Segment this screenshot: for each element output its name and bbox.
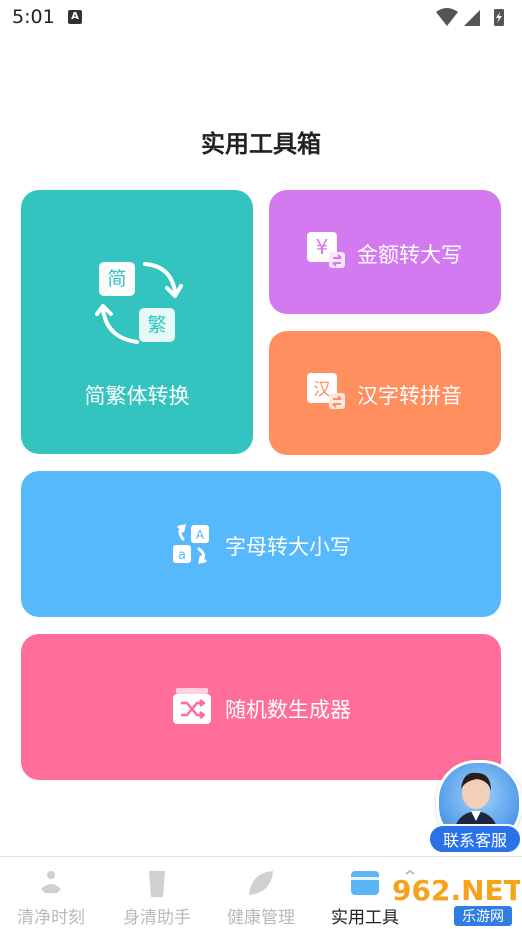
wifi-icon [436, 8, 458, 26]
page-title: 实用工具箱 [201, 130, 321, 158]
card-hanzi-pinyin[interactable]: 汉 汉字转拼音 [269, 331, 501, 455]
signal-icon [464, 10, 480, 26]
svg-text:汉: 汉 [314, 380, 331, 400]
status-time: 5:01 [12, 6, 55, 28]
swap-arrows-icon [95, 262, 183, 344]
status-bar: 5:01 A [0, 0, 522, 36]
leaf-icon [249, 871, 273, 895]
card-jianfan-convert[interactable]: 简 繁 简繁体转换 [21, 190, 253, 454]
toolbox-icon [351, 871, 379, 895]
card-letter-case[interactable]: A a 字母转大小写 [21, 471, 501, 617]
status-icons [436, 8, 504, 26]
card-label: 汉字转拼音 [357, 384, 462, 408]
card-label: 金额转大写 [357, 243, 462, 267]
card-label: 字母转大小写 [225, 535, 351, 559]
svg-text:¥: ¥ [316, 235, 329, 259]
card-label: 随机数生成器 [225, 698, 351, 722]
card-random-number[interactable]: 随机数生成器 [21, 634, 501, 780]
notification-a-icon: A [68, 10, 82, 24]
card-label: 简繁体转换 [84, 384, 190, 408]
watermark-sub: 乐游网 [462, 909, 504, 925]
contact-support-button[interactable]: 联系客服 [428, 824, 522, 854]
shuffle-icon [173, 688, 211, 724]
svg-text:A: A [196, 528, 205, 542]
customer-service-float[interactable]: 联系客服 [428, 760, 522, 856]
watermark-text: 962.NET [392, 874, 520, 907]
yuan-convert-icon: ¥ [307, 232, 345, 268]
meditation-icon [41, 871, 61, 893]
card-amount-uppercase[interactable]: ¥ 金额转大写 [269, 190, 501, 314]
cup-icon [149, 871, 165, 897]
letter-case-icon: A a [173, 524, 209, 564]
hanzi-convert-icon: 汉 [307, 373, 345, 409]
site-watermark-logo: 962.NET 乐游网 [392, 869, 520, 926]
svg-text:a: a [178, 548, 186, 563]
